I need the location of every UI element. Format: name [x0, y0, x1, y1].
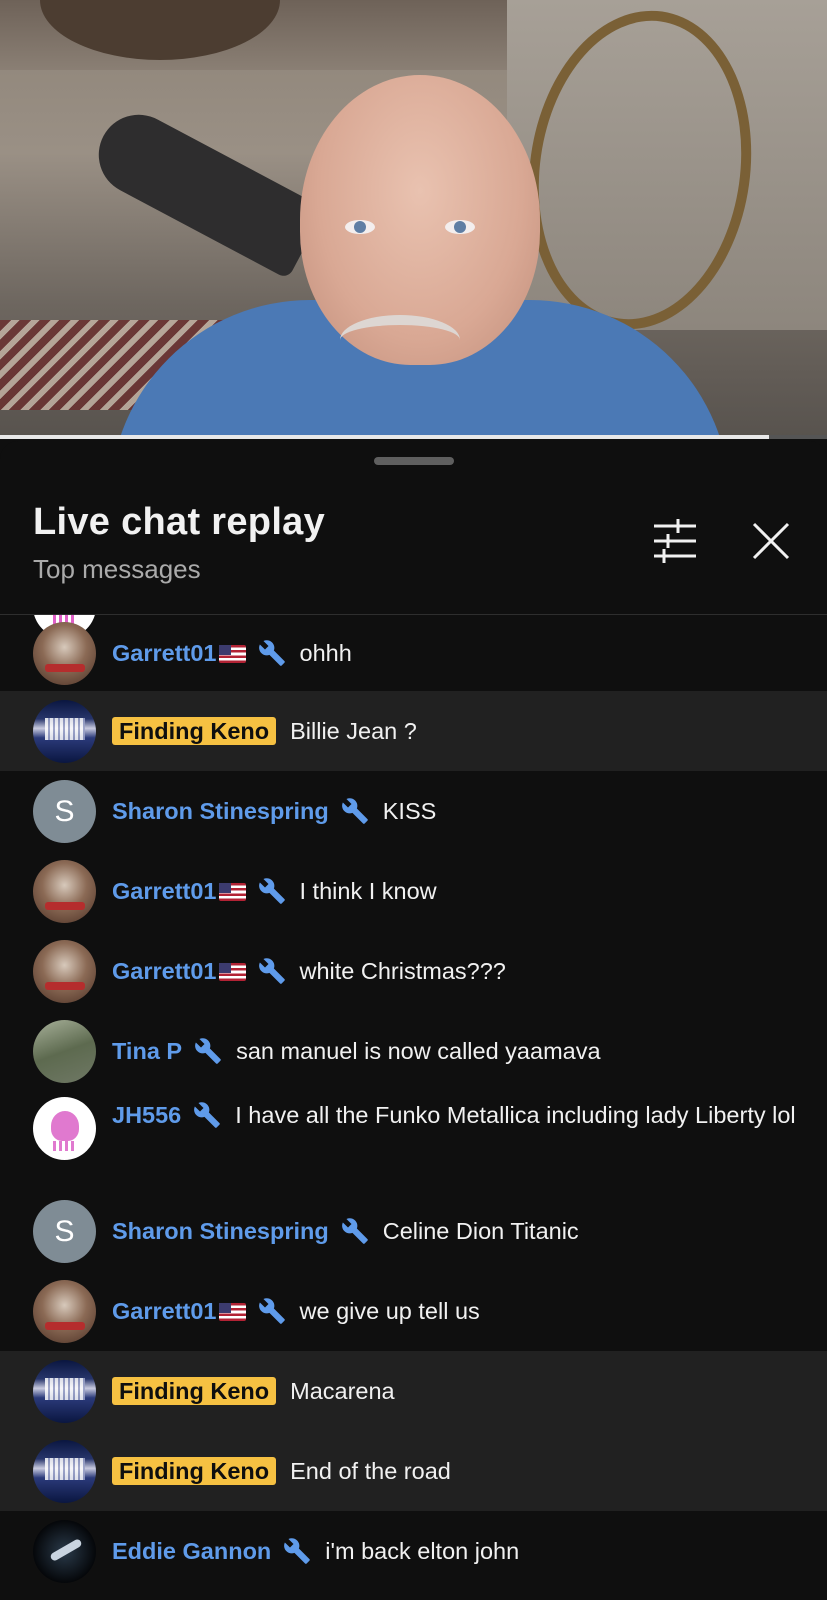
chat-message[interactable]: JH556 I have all the Funko Metallica incl… [0, 1091, 827, 1191]
wrench-icon [193, 1101, 221, 1129]
message-line: Tina P san manuel is now called yaamava [112, 1037, 797, 1065]
author-name[interactable]: Garrett01 [112, 958, 217, 984]
chat-message[interactable]: Tina P san manuel is now called yaamava [0, 1011, 827, 1091]
drag-handle[interactable] [374, 457, 454, 465]
chat-message[interactable]: Garrett01 white Christmas??? [0, 931, 827, 1011]
chat-message[interactable]: S Sharon Stinespring Celine Dion Titanic [0, 1191, 827, 1271]
wrench-icon [341, 797, 369, 825]
chat-message[interactable]: Garrett01 ohhh [0, 615, 827, 691]
avatar[interactable] [33, 622, 96, 685]
message-text: white Christmas??? [299, 958, 506, 984]
video-player[interactable] [0, 0, 827, 437]
avatar[interactable]: S [33, 1200, 96, 1263]
message-text: I think I know [299, 878, 437, 904]
tune-icon[interactable] [648, 514, 702, 568]
video-frame-eye [345, 220, 375, 234]
wrench-icon [258, 877, 286, 905]
chat-message[interactable]: Finding Keno Billie Jean ? [0, 691, 827, 771]
message-text: KISS [382, 798, 437, 824]
wrench-icon [283, 1537, 311, 1565]
video-frame-eye [445, 220, 475, 234]
avatar[interactable] [33, 1280, 96, 1343]
chat-header: Live chat replay Top messages [0, 441, 827, 615]
us-flag-icon [218, 963, 246, 981]
wrench-icon [258, 639, 286, 667]
owner-badge-author[interactable]: Finding Keno [112, 1457, 277, 1485]
author-name[interactable]: Garrett01 [112, 878, 217, 904]
chat-message[interactable]: Garrett01 I think I know [0, 851, 827, 931]
message-line: Garrett01 I think I know [112, 877, 797, 905]
panel-title: Live chat replay [33, 501, 326, 543]
message-text: Billie Jean ? [290, 718, 417, 744]
video-frame-beard [340, 315, 460, 365]
message-line: Garrett01 white Christmas??? [112, 957, 797, 985]
author-name[interactable]: Eddie Gannon [112, 1538, 271, 1564]
message-line: Eddie Gannon i'm back elton john [112, 1537, 797, 1565]
us-flag-icon [218, 1303, 246, 1321]
message-text: End of the road [290, 1458, 451, 1484]
chat-message[interactable]: S Sharon Stinespring KISS [0, 771, 827, 851]
chat-message-list[interactable]: Garrett01 ohhh Finding Keno Billie Jean ? S S… [0, 615, 827, 1600]
author-name[interactable]: JH556 [112, 1102, 181, 1128]
chat-mode-dropdown[interactable]: Top messages [33, 554, 201, 585]
message-text: Macarena [290, 1378, 395, 1404]
owner-badge-author[interactable]: Finding Keno [112, 717, 277, 745]
chat-message[interactable]: Garrett01 we give up tell us [0, 1271, 827, 1351]
avatar[interactable]: S [33, 780, 96, 843]
author-name[interactable]: Sharon Stinespring [112, 1218, 329, 1244]
wrench-icon [341, 1217, 369, 1245]
message-line: Sharon Stinespring KISS [112, 797, 797, 825]
us-flag-icon [218, 645, 246, 663]
message-text: I have all the Funko Metallica including… [235, 1102, 796, 1128]
avatar[interactable] [33, 1440, 96, 1503]
wrench-icon [194, 1037, 222, 1065]
message-text: i'm back elton john [325, 1538, 520, 1564]
message-line: Finding Keno Billie Jean ? [112, 717, 797, 745]
message-line: Garrett01 ohhh [112, 639, 797, 667]
author-name[interactable]: Sharon Stinespring [112, 798, 329, 824]
close-icon[interactable] [744, 514, 798, 568]
video-frame-object [84, 100, 326, 280]
message-line: Garrett01 we give up tell us [112, 1297, 797, 1325]
avatar[interactable] [33, 1360, 96, 1423]
author-name[interactable]: Garrett01 [112, 640, 217, 666]
message-text: Celine Dion Titanic [382, 1218, 579, 1244]
message-line: JH556 I have all the Funko Metallica incl… [112, 1101, 797, 1129]
video-progress-bar[interactable] [0, 435, 827, 439]
message-line: Finding Keno End of the road [112, 1457, 797, 1485]
owner-badge-author[interactable]: Finding Keno [112, 1377, 277, 1405]
avatar[interactable] [33, 1520, 96, 1583]
author-name[interactable]: Tina P [112, 1038, 182, 1064]
message-text: ohhh [299, 640, 352, 666]
wrench-icon [258, 957, 286, 985]
chat-message[interactable]: Finding Keno Macarena [0, 1351, 827, 1431]
message-text: we give up tell us [299, 1298, 480, 1324]
message-line: Sharon Stinespring Celine Dion Titanic [112, 1217, 797, 1245]
wrench-icon [258, 1297, 286, 1325]
us-flag-icon [218, 883, 246, 901]
message-line: Finding Keno Macarena [112, 1377, 797, 1405]
video-progress-fill [0, 435, 770, 439]
author-name[interactable]: Garrett01 [112, 1298, 217, 1324]
chat-message[interactable]: Eddie Gannon i'm back elton john [0, 1511, 827, 1591]
avatar[interactable] [33, 860, 96, 923]
message-text: san manuel is now called yaamava [236, 1038, 601, 1064]
chat-message[interactable]: Finding Keno End of the road [0, 1431, 827, 1511]
live-chat-panel: Live chat replay Top messages Garrett01 o… [0, 441, 827, 1600]
avatar[interactable] [33, 700, 96, 763]
avatar[interactable] [33, 1097, 96, 1160]
avatar[interactable] [33, 1020, 96, 1083]
avatar[interactable] [33, 940, 96, 1003]
